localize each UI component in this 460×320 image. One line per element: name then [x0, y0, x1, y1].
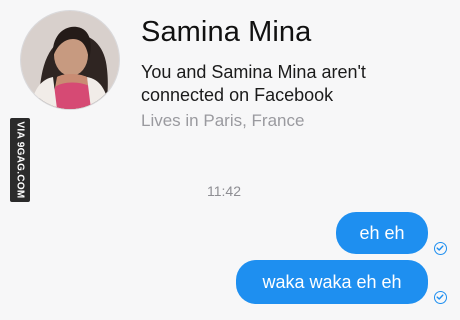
profile-name[interactable]: Samina Mina [141, 16, 311, 49]
check-circle-icon [434, 291, 447, 304]
profile-location: Lives in Paris, France [141, 111, 305, 130]
profile-avatar[interactable] [20, 10, 120, 110]
connection-status-text: You and Samina Mina aren't connected on … [141, 62, 366, 105]
watermark-text: VIA 9GAG.COM [14, 121, 26, 199]
message-text: waka waka eh eh [262, 271, 402, 292]
profile-photo [21, 11, 119, 109]
check-circle-icon [434, 242, 447, 255]
message-bubble[interactable]: waka waka eh eh [236, 260, 428, 304]
message-timestamp: 11:42 [207, 183, 241, 199]
watermark-badge: VIA 9GAG.COM [10, 118, 30, 202]
message-text: eh eh [359, 222, 405, 243]
message-bubble[interactable]: eh eh [336, 212, 428, 254]
